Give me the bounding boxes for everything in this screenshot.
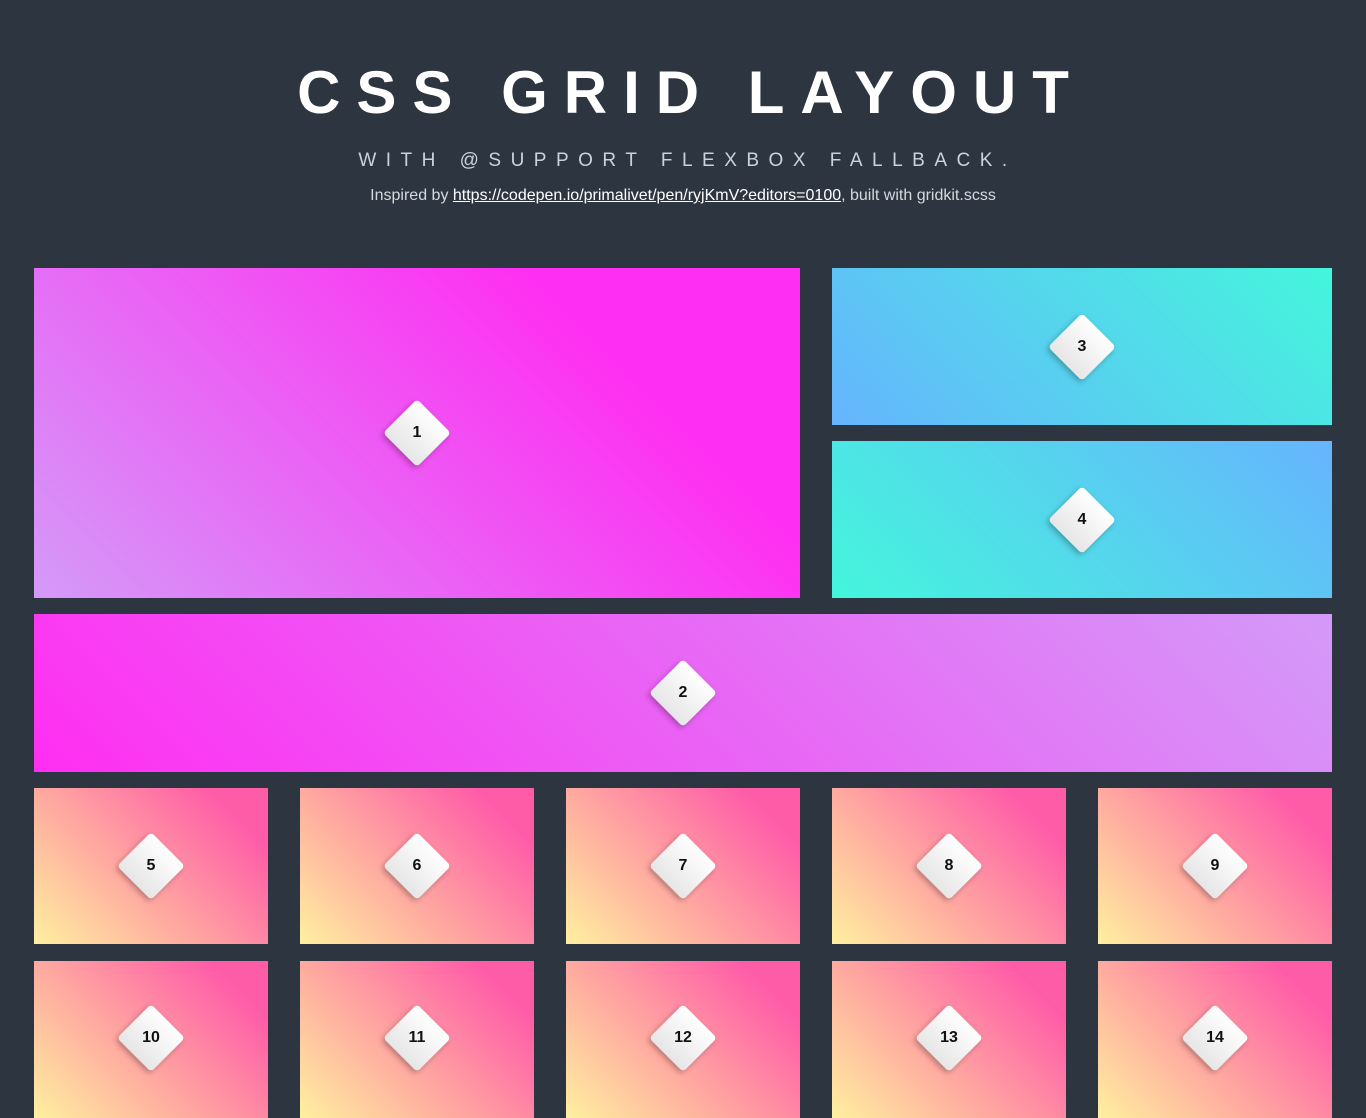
grid-tile-3: 3 xyxy=(832,268,1332,425)
tile-badge-8[interactable]: 8 xyxy=(925,842,973,890)
grid-tile-2: 2 xyxy=(34,614,1332,772)
tile-label: 13 xyxy=(940,1028,958,1046)
grid-tile-1: 1 xyxy=(34,268,800,598)
tile-label: 1 xyxy=(412,424,422,441)
tile-badge-11[interactable]: 11 xyxy=(393,1014,441,1062)
page-title: CSS GRID LAYOUT xyxy=(297,59,1085,126)
tile-label: 9 xyxy=(1210,857,1220,874)
grid-tile-8: 8 xyxy=(832,788,1066,944)
tile-badge-5[interactable]: 5 xyxy=(127,842,175,890)
grid-tile-14: 14 xyxy=(1098,961,1332,1118)
tile-label: 11 xyxy=(408,1028,426,1046)
tile-badge-4[interactable]: 4 xyxy=(1058,496,1106,544)
tile-label: 5 xyxy=(146,857,156,874)
tile-label: 8 xyxy=(944,857,954,874)
tile-badge-2[interactable]: 2 xyxy=(659,669,707,717)
tile-label: 2 xyxy=(678,684,688,701)
tile-label: 12 xyxy=(674,1028,692,1046)
tile-badge-12[interactable]: 12 xyxy=(659,1014,707,1062)
credit-suffix: , built with gridkit.scss xyxy=(841,187,996,204)
tile-label: 3 xyxy=(1077,337,1087,355)
tile-badge-13[interactable]: 13 xyxy=(925,1014,973,1062)
page-subtitle: WITH @SUPPORT FLEXBOX FALLBACK. xyxy=(358,150,1017,171)
tile-label: 14 xyxy=(1206,1028,1224,1046)
tile-badge-7[interactable]: 7 xyxy=(659,842,707,890)
credit-prefix: Inspired by xyxy=(370,187,453,204)
tile-label: 4 xyxy=(1077,510,1087,528)
tile-badge-3[interactable]: 3 xyxy=(1058,323,1106,371)
grid-tile-11: 11 xyxy=(300,961,534,1118)
tile-badge-6[interactable]: 6 xyxy=(393,842,441,890)
credit-link[interactable]: https://codepen.io/primalivet/pen/ryjKmV… xyxy=(453,187,841,204)
tile-badge-10[interactable]: 10 xyxy=(127,1014,175,1062)
grid-tile-10: 10 xyxy=(34,961,268,1118)
tile-badge-1[interactable]: 1 xyxy=(393,409,441,457)
grid-tile-5: 5 xyxy=(34,788,268,944)
grid-tile-9: 9 xyxy=(1098,788,1332,944)
tile-label: 10 xyxy=(142,1028,160,1046)
grid-tile-13: 13 xyxy=(832,961,1066,1118)
credit-line: Inspired by https://codepen.io/primalive… xyxy=(0,186,1366,206)
grid-tile-4: 4 xyxy=(832,441,1332,598)
grid-tile-12: 12 xyxy=(566,961,800,1118)
tile-badge-9[interactable]: 9 xyxy=(1191,842,1239,890)
grid-tile-7: 7 xyxy=(566,788,800,944)
tile-badge-14[interactable]: 14 xyxy=(1191,1014,1239,1062)
tile-label: 6 xyxy=(412,857,422,874)
grid-tile-6: 6 xyxy=(300,788,534,944)
tile-label: 7 xyxy=(678,857,688,874)
